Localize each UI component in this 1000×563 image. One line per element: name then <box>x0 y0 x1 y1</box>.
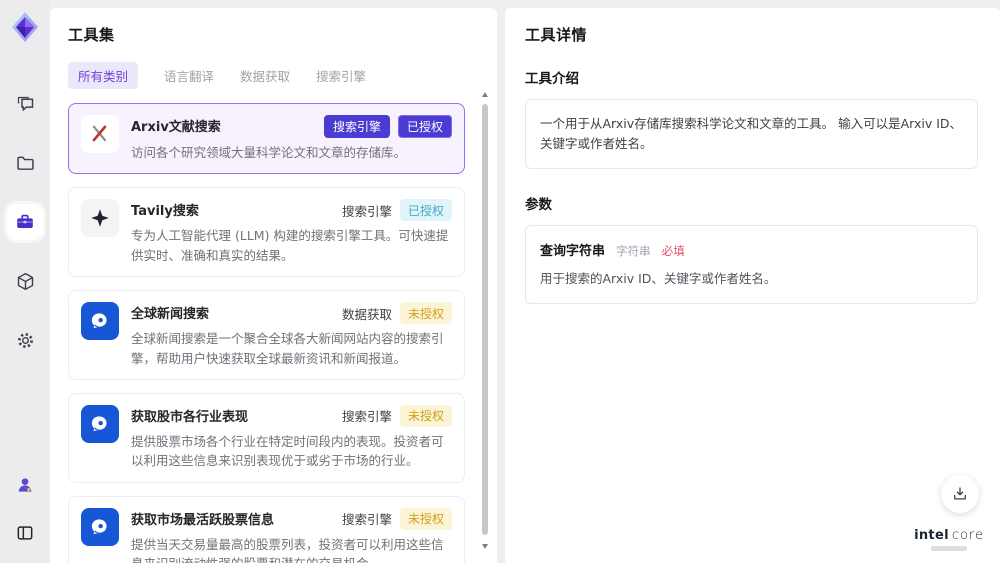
category-label: 数据获取 <box>341 306 392 322</box>
sidebar-item-panel-toggle[interactable] <box>7 515 43 551</box>
news-bubble-icon <box>91 416 107 432</box>
tool-icon-box <box>81 507 119 546</box>
tool-name: Arxiv文献搜索 <box>131 120 221 135</box>
intel-core-wordmark: intel core <box>914 528 984 543</box>
auth-status-badge: 已授权 <box>399 199 452 222</box>
news-bubble-icon <box>91 519 107 534</box>
tool-badges: 搜索引擎 已授权 <box>341 199 452 222</box>
tool-description: 专为人工智能代理 (LLM) 构建的搜索引擎工具。可快速提供实时、准确和真实的结… <box>131 228 449 263</box>
tavily-star-icon <box>91 209 109 228</box>
news-bubble-icon <box>91 313 107 329</box>
gem-logo-icon <box>12 12 38 42</box>
detail-title: 工具详情 <box>525 26 588 44</box>
tool-card-head: 获取股市各行业表现 搜索引擎 未授权 <box>131 404 452 427</box>
category-label: 搜索引擎 <box>341 409 392 425</box>
tool-badges: 数据获取 未授权 <box>341 302 452 325</box>
tool-card-body: Tavily搜索 搜索引擎 已授权 专为人工智能代理 (LLM) 构建的搜索引擎… <box>131 199 452 265</box>
panel-toggle-icon <box>17 526 33 540</box>
tool-icon-box <box>81 199 119 238</box>
sidebar-item-package[interactable] <box>7 263 43 299</box>
tool-card-head: 全球新闻搜索 数据获取 未授权 <box>131 302 452 325</box>
tab-data-fetch[interactable]: 数据获取 <box>240 66 290 85</box>
category-badge: 搜索引擎 <box>323 115 390 138</box>
tool-card-active-stocks[interactable]: 获取市场最活跃股票信息 搜索引擎 未授权 提供当天交易量最高的股票列表，投资者可… <box>68 495 465 563</box>
app-logo[interactable] <box>8 10 42 44</box>
tool-description: 提供当天交易量最高的股票列表，投资者可以利用这些信息来识别流动性强的股票和潜在的… <box>131 536 444 563</box>
tool-badges: 搜索引擎 已授权 <box>323 115 452 138</box>
tool-name: 获取市场最活跃股票信息 <box>131 512 275 528</box>
scroll-down-arrow-icon[interactable] <box>482 544 488 549</box>
category-label: 搜索引擎 <box>341 203 392 219</box>
tool-list-panel: 工具集 所有类别 语言翻译 数据获取 搜索引擎 Arxiv文献搜索 搜索引擎 已… <box>50 8 497 563</box>
tab-language-translation[interactable]: 语言翻译 <box>164 66 214 85</box>
sidebar-item-toolbox[interactable] <box>7 204 43 240</box>
tool-name: 全球新闻搜索 <box>131 307 210 323</box>
sidebar-item-folder[interactable] <box>7 145 43 181</box>
brand-intel: intel <box>914 528 949 543</box>
tool-card-body: Arxiv文献搜索 搜索引擎 已授权 访问各个研究领域大量科学论文和文章的存储库… <box>131 115 452 162</box>
param-type: 字符串 <box>616 244 651 258</box>
tool-description: 访问各个研究领域大量科学论文和文章的存储库。 <box>131 145 407 160</box>
package-cube-icon <box>17 272 33 290</box>
download-icon <box>954 487 966 500</box>
left-rail <box>0 0 50 563</box>
tool-card-body: 获取股市各行业表现 搜索引擎 未授权 提供股票市场各个行业在特定时间段内的表现。… <box>131 404 452 471</box>
tool-name: 获取股市各行业表现 <box>131 409 249 425</box>
tool-name: Tavily搜索 <box>131 204 199 220</box>
auth-status-badge: 未授权 <box>399 302 452 325</box>
gear-icon <box>17 332 33 348</box>
param-required-label: 必填 <box>661 244 685 258</box>
auth-status-badge: 已授权 <box>397 115 452 138</box>
list-scrollbar[interactable] <box>481 84 490 551</box>
tool-card-tavily[interactable]: Tavily搜索 搜索引擎 已授权 专为人工智能代理 (LLM) 构建的搜索引擎… <box>68 187 465 278</box>
category-tabs: 所有类别 语言翻译 数据获取 搜索引擎 <box>68 62 481 89</box>
category-label: 搜索引擎 <box>341 512 392 528</box>
user-avatar-icon <box>18 478 32 492</box>
tool-description: 全球新闻搜索是一个聚合全球各大新闻网站内容的搜索引擎，帮助用户快速获取全球最新资… <box>131 331 444 366</box>
tool-detail-panel: 工具详情 工具介绍 一个用于从Arxiv存储库搜索科学论文和文章的工具。 输入可… <box>505 8 1000 563</box>
brand-core: core <box>951 528 984 543</box>
params-heading: 参数 <box>525 197 552 213</box>
scrollbar-thumb[interactable] <box>482 104 488 535</box>
tool-icon-box <box>81 115 119 153</box>
intel-core-logo: intel core <box>914 528 984 551</box>
page-title: 工具集 <box>68 26 115 44</box>
tab-all-categories[interactable]: 所有类别 <box>68 62 139 89</box>
rail-bottom <box>7 467 43 563</box>
download-button[interactable] <box>941 475 979 513</box>
tool-card-head: Arxiv文献搜索 搜索引擎 已授权 <box>131 115 452 138</box>
folder-icon <box>16 156 34 170</box>
tab-search-engine[interactable]: 搜索引擎 <box>316 66 366 85</box>
tool-card-stock-sector[interactable]: 获取股市各行业表现 搜索引擎 未授权 提供股票市场各个行业在特定时间段内的表现。… <box>68 392 465 483</box>
toolbox-icon <box>17 214 33 228</box>
param-item: 查询字符串 字符串 必填 用于搜索的Arxiv ID、关键字或作者姓名。 <box>525 225 978 304</box>
tool-badges: 搜索引擎 未授权 <box>341 507 452 530</box>
param-name: 查询字符串 <box>540 244 606 259</box>
tool-card-body: 获取市场最活跃股票信息 搜索引擎 未授权 提供当天交易量最高的股票列表，投资者可… <box>131 507 452 563</box>
tool-description: 提供股票市场各个行业在特定时间段内的表现。投资者可以利用这些信息来识别表现优于或… <box>131 433 444 469</box>
rail-nav <box>7 86 43 358</box>
tool-card-head: Tavily搜索 搜索引擎 已授权 <box>131 199 452 222</box>
auth-status-badge: 未授权 <box>399 507 452 530</box>
tool-card-head: 获取市场最活跃股票信息 搜索引擎 未授权 <box>131 507 452 530</box>
tool-card-global-news[interactable]: 全球新闻搜索 数据获取 未授权 全球新闻搜索是一个聚合全球各大新闻网站内容的搜索… <box>68 290 465 380</box>
chat-icon <box>17 96 33 111</box>
param-header: 查询字符串 字符串 必填 <box>540 240 963 259</box>
sidebar-item-chat[interactable] <box>7 86 43 122</box>
intro-heading: 工具介绍 <box>525 71 579 87</box>
scroll-up-arrow-icon[interactable] <box>482 92 488 97</box>
param-description: 用于搜索的Arxiv ID、关键字或作者姓名。 <box>540 271 777 286</box>
sidebar-item-user[interactable] <box>7 467 43 503</box>
tool-badges: 搜索引擎 未授权 <box>341 404 452 427</box>
tool-cards: Arxiv文献搜索 搜索引擎 已授权 访问各个研究领域大量科学论文和文章的存储库… <box>68 103 481 563</box>
tool-card-body: 全球新闻搜索 数据获取 未授权 全球新闻搜索是一个聚合全球各大新闻网站内容的搜索… <box>131 302 452 368</box>
intro-text-box: 一个用于从Arxiv存储库搜索科学论文和文章的工具。 输入可以是Arxiv ID… <box>525 99 978 169</box>
tool-card-arxiv[interactable]: Arxiv文献搜索 搜索引擎 已授权 访问各个研究领域大量科学论文和文章的存储库… <box>68 103 465 175</box>
tool-icon-box <box>81 404 119 443</box>
arxiv-icon <box>92 125 107 142</box>
sidebar-item-settings[interactable] <box>7 322 43 358</box>
brand-subtext-bar <box>931 546 968 551</box>
tool-icon-box <box>81 302 119 341</box>
auth-status-badge: 未授权 <box>399 404 452 427</box>
